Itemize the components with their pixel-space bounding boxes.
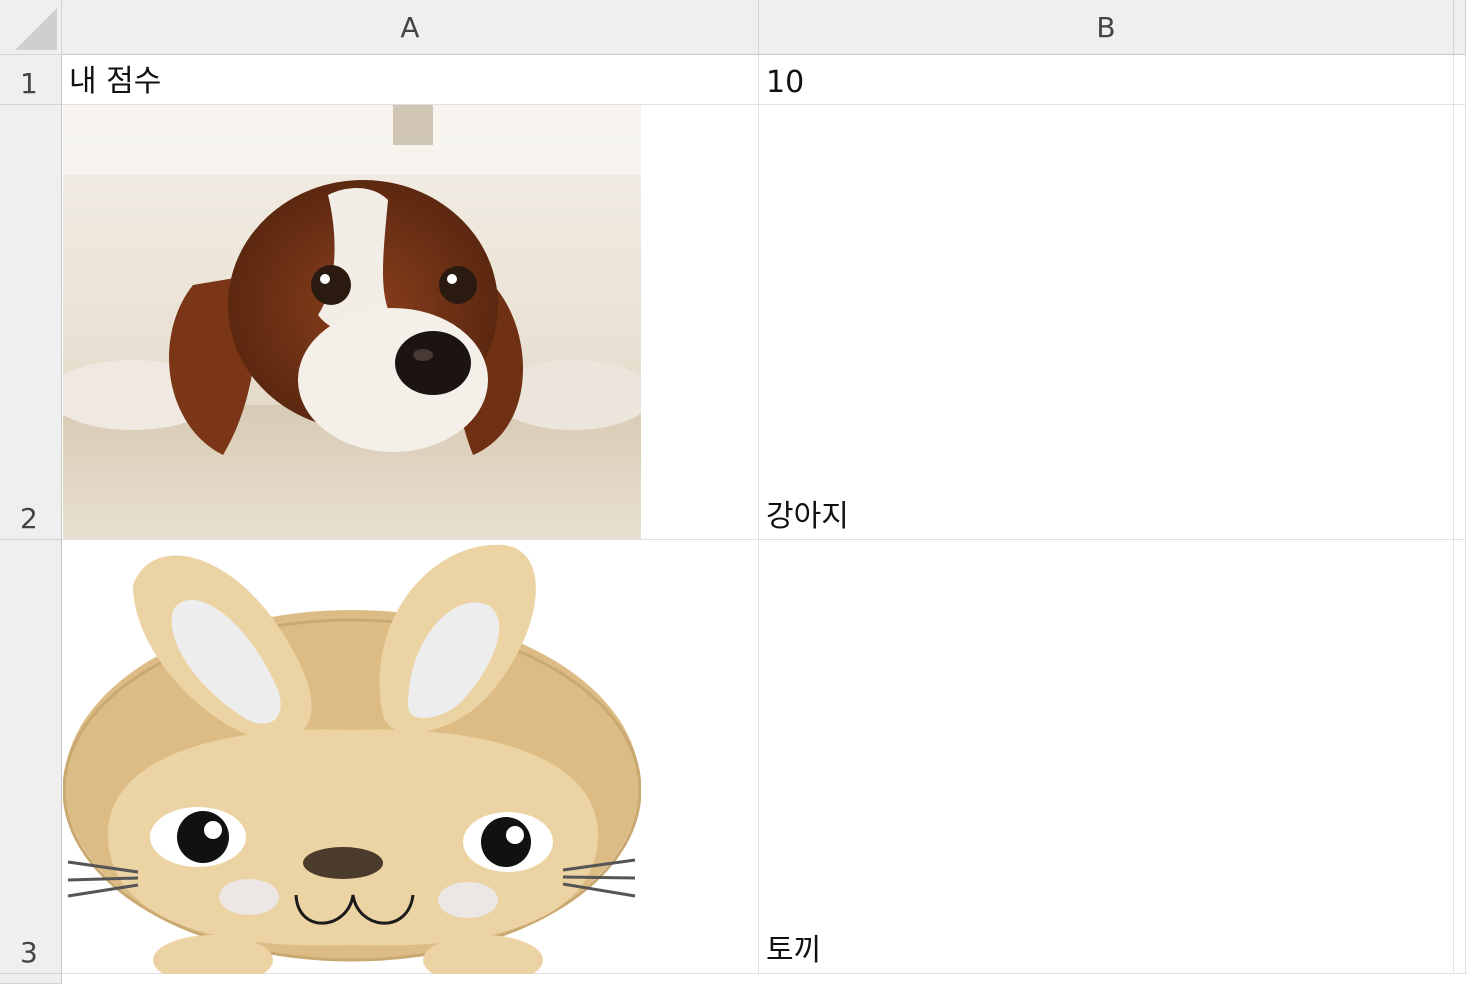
select-all-triangle bbox=[15, 8, 57, 50]
rabbit-cartoon-graphic bbox=[63, 544, 641, 974]
column-header-c[interactable] bbox=[1454, 0, 1466, 55]
row-header-3[interactable]: 3 bbox=[0, 540, 62, 974]
column-header-b[interactable]: B bbox=[759, 0, 1454, 55]
dog-photo[interactable] bbox=[63, 105, 641, 539]
cell-c2[interactable] bbox=[1454, 105, 1466, 540]
column-header-a[interactable]: A bbox=[62, 0, 759, 55]
cell-c3[interactable] bbox=[1454, 540, 1466, 974]
select-all-corner[interactable] bbox=[0, 0, 62, 55]
row-header-2[interactable]: 2 bbox=[0, 105, 62, 540]
cell-b3[interactable]: 토끼 bbox=[759, 540, 1454, 974]
cell-b2[interactable]: 강아지 bbox=[759, 105, 1454, 540]
rabbit-cartoon[interactable] bbox=[63, 540, 641, 974]
cell-c1[interactable] bbox=[1454, 55, 1466, 105]
row-header-1[interactable]: 1 bbox=[0, 55, 62, 105]
dog-photo-graphic bbox=[63, 105, 641, 539]
cell-b1[interactable]: 10 bbox=[759, 55, 1454, 105]
row-header-4[interactable] bbox=[0, 974, 62, 984]
cell-a1[interactable]: 내 점수 bbox=[62, 55, 759, 105]
